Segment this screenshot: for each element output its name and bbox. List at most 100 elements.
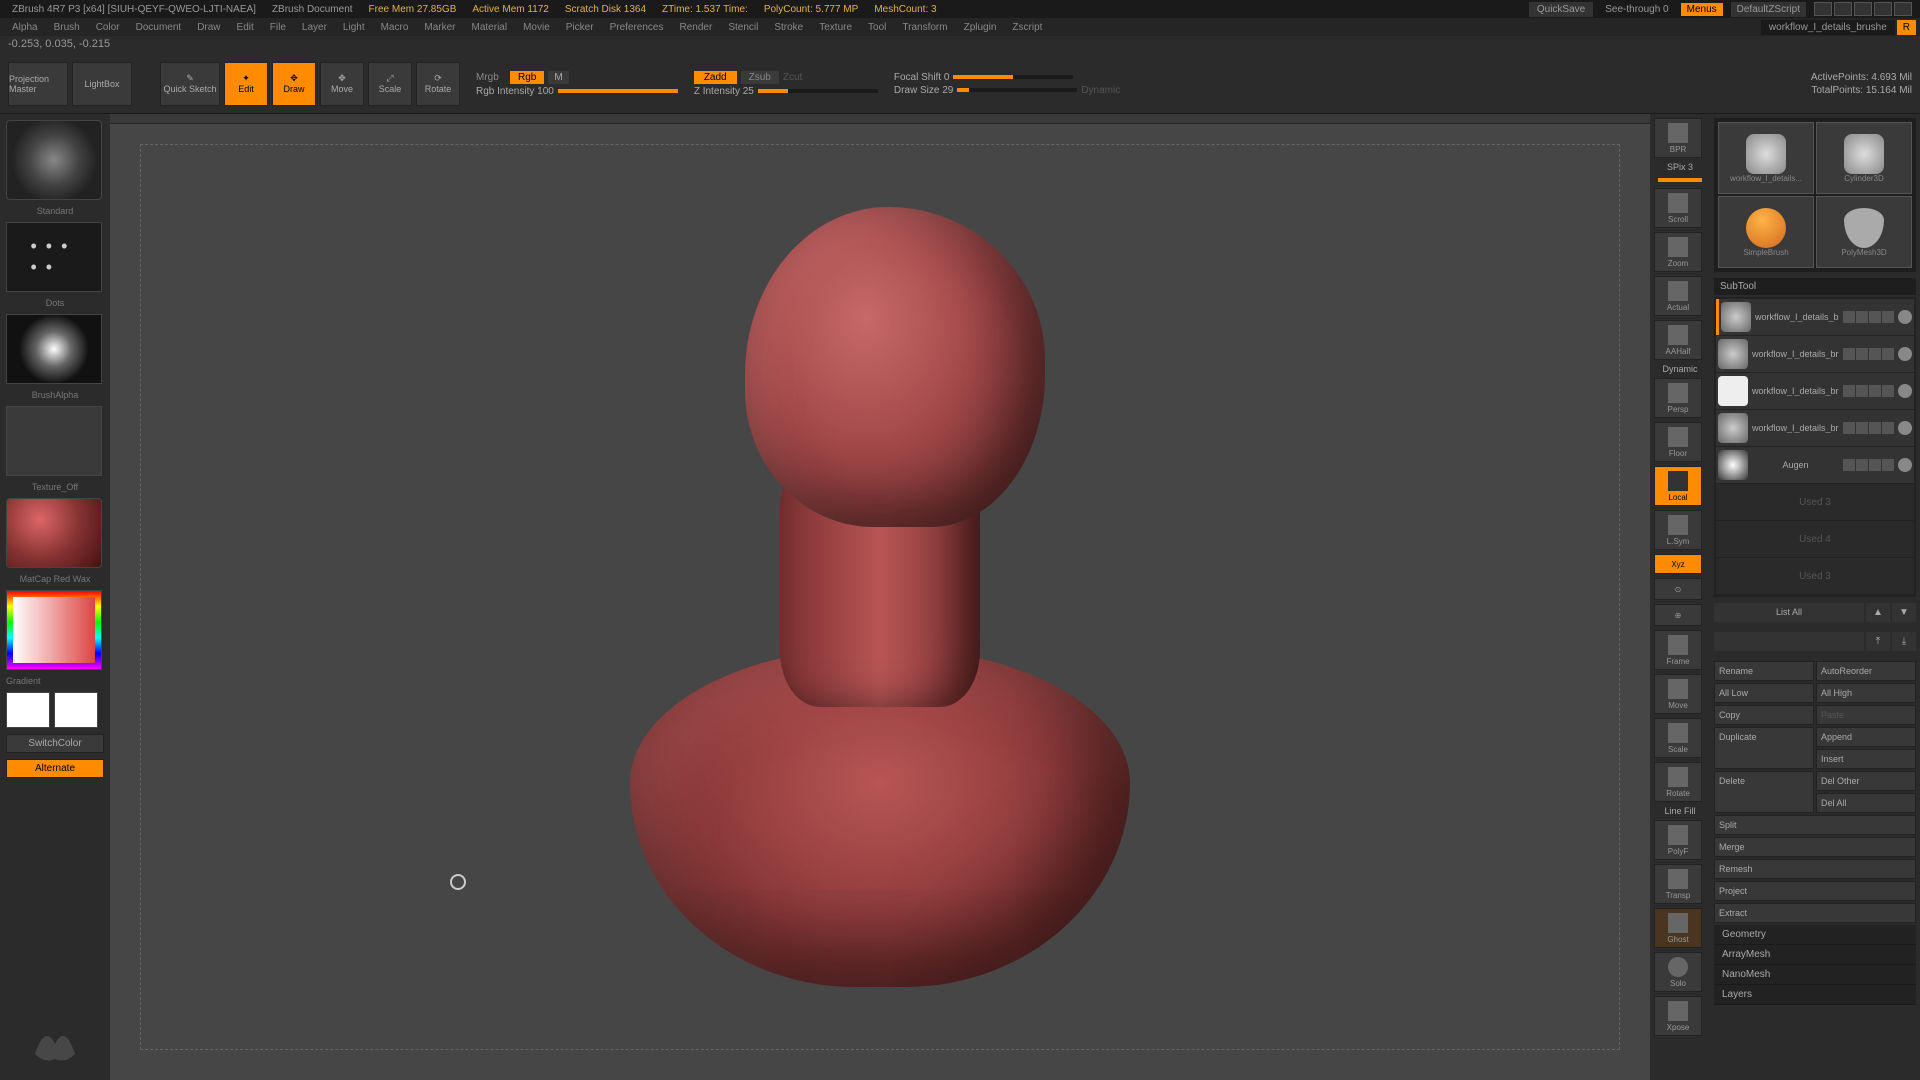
stroke-selector[interactable] <box>6 222 102 292</box>
zadd-button[interactable]: Zadd <box>694 71 737 84</box>
menu-marker[interactable]: Marker <box>416 20 463 35</box>
quick-sketch-button[interactable]: ✎Quick Sketch <box>160 62 220 106</box>
section-nanomesh[interactable]: NanoMesh <box>1714 965 1916 985</box>
menu-movie[interactable]: Movie <box>515 20 558 35</box>
quicksave-button[interactable]: QuickSave <box>1529 2 1593 17</box>
main-color-swatch[interactable] <box>6 692 50 728</box>
menu-layer[interactable]: Layer <box>294 20 335 35</box>
z-intensity-slider[interactable]: Z Intensity 25 <box>694 86 754 97</box>
copy-button[interactable]: Copy <box>1714 705 1814 725</box>
menu-file[interactable]: File <box>262 20 294 35</box>
subtool-row-2[interactable]: workflow_I_details_brushes2 <box>1716 373 1914 409</box>
list-all-button[interactable]: List All <box>1714 603 1864 622</box>
project-button[interactable]: Project <box>1714 881 1916 901</box>
rotate-mode-button[interactable]: ⟳Rotate <box>416 62 460 106</box>
del-other-button[interactable]: Del Other <box>1816 771 1916 791</box>
xyz-button[interactable]: Xyz <box>1654 554 1702 574</box>
bpr-button[interactable]: BPR <box>1654 118 1702 158</box>
menu-texture[interactable]: Texture <box>811 20 860 35</box>
rgb-button[interactable]: Rgb <box>510 71 544 84</box>
subtool-row-1[interactable]: workflow_I_details_brushes <box>1716 336 1914 372</box>
menu-light[interactable]: Light <box>335 20 373 35</box>
all-high-button[interactable]: All High <box>1816 683 1916 703</box>
z-intensity-track[interactable] <box>758 89 878 93</box>
menu-picker[interactable]: Picker <box>558 20 602 35</box>
lightbox-button[interactable]: LightBox <box>72 62 132 106</box>
menu-color[interactable]: Color <box>88 20 128 35</box>
menu-stroke[interactable]: Stroke <box>766 20 811 35</box>
menu-draw[interactable]: Draw <box>189 20 228 35</box>
visibility-icon[interactable] <box>1898 310 1912 324</box>
menu-transform[interactable]: Transform <box>894 20 955 35</box>
default-script[interactable]: DefaultZScript <box>1731 2 1806 17</box>
tool-thumb-2[interactable]: SimpleBrush <box>1718 196 1814 268</box>
actual-button[interactable]: Actual <box>1654 276 1702 316</box>
color-picker[interactable] <box>6 590 102 670</box>
switch-color-button[interactable]: SwitchColor <box>6 734 104 753</box>
menu-render[interactable]: Render <box>672 20 721 35</box>
scale-mode-button[interactable]: ⤢Scale <box>368 62 412 106</box>
mirror-y-button[interactable]: ⊕ <box>1654 604 1702 626</box>
persp-button[interactable]: Persp <box>1654 378 1702 418</box>
visibility-icon[interactable] <box>1898 347 1912 361</box>
alpha-selector[interactable] <box>6 314 102 384</box>
move-mode-button[interactable]: ✥Move <box>320 62 364 106</box>
subtool-row-3[interactable]: workflow_I_details_brushes <box>1716 410 1914 446</box>
rotate-nav-button[interactable]: Rotate <box>1654 762 1702 802</box>
insert-button[interactable]: Insert <box>1816 749 1916 769</box>
tool-thumb-1[interactable]: Cylinder3D <box>1816 122 1912 194</box>
alternate-button[interactable]: Alternate <box>6 759 104 778</box>
draw-mode-button[interactable]: ✥Draw <box>272 62 316 106</box>
xpose-button[interactable]: Xpose <box>1654 996 1702 1036</box>
visibility-icon[interactable] <box>1898 384 1912 398</box>
focal-shift-slider[interactable]: Focal Shift 0 <box>894 72 950 83</box>
draw-size-track[interactable] <box>957 88 1077 92</box>
move-nav-button[interactable]: Move <box>1654 674 1702 714</box>
append-button[interactable]: Append <box>1816 727 1916 747</box>
paste-button[interactable]: Paste <box>1816 705 1916 725</box>
projection-master-button[interactable]: Projection Master <box>8 62 68 106</box>
spix-slider[interactable] <box>1658 178 1702 182</box>
aahalf-button[interactable]: AAHalf <box>1654 320 1702 360</box>
visibility-icon[interactable] <box>1898 421 1912 435</box>
ghost-button[interactable]: Ghost <box>1654 908 1702 948</box>
extract-button[interactable]: Extract <box>1714 903 1916 923</box>
seethrough-slider[interactable]: See-through 0 <box>1601 4 1672 15</box>
menu-preferences[interactable]: Preferences <box>602 20 672 35</box>
delete-button[interactable]: Delete <box>1714 771 1814 813</box>
m-button[interactable]: M <box>548 71 568 84</box>
menu-edit[interactable]: Edit <box>229 20 262 35</box>
subtool-row-4[interactable]: Augen <box>1716 447 1914 483</box>
mrgb-button[interactable]: Mrgb <box>476 72 506 83</box>
polyf-button[interactable]: PolyF <box>1654 820 1702 860</box>
zcut-button[interactable]: Zcut <box>783 72 813 83</box>
brush-selector[interactable] <box>6 120 102 200</box>
menu-zplugin[interactable]: Zplugin <box>956 20 1005 35</box>
floor-button[interactable]: Floor <box>1654 422 1702 462</box>
rename-button[interactable]: Rename <box>1714 661 1814 681</box>
rgb-intensity-slider[interactable]: Rgb Intensity 100 <box>476 86 554 97</box>
viewport[interactable] <box>110 114 1650 1080</box>
del-all-button[interactable]: Del All <box>1816 793 1916 813</box>
frame-button[interactable]: Frame <box>1654 630 1702 670</box>
move-top-icon[interactable]: ⤒ <box>1866 632 1890 651</box>
material-selector[interactable] <box>6 498 102 568</box>
subtool-header[interactable]: SubTool <box>1714 278 1916 295</box>
menu-material[interactable]: Material <box>464 20 516 35</box>
split-button[interactable]: Split <box>1714 815 1916 835</box>
menu-brush[interactable]: Brush <box>46 20 88 35</box>
menu-document[interactable]: Document <box>128 20 190 35</box>
duplicate-button[interactable]: Duplicate <box>1714 727 1814 769</box>
subtool-row-0[interactable]: workflow_I_details_brushes <box>1716 299 1914 335</box>
texture-selector[interactable] <box>6 406 102 476</box>
secondary-color-swatch[interactable] <box>54 692 98 728</box>
visibility-icon[interactable] <box>1898 458 1912 472</box>
remesh-button[interactable]: Remesh <box>1714 859 1916 879</box>
spix-label[interactable]: SPix 3 <box>1654 162 1706 172</box>
section-layers[interactable]: Layers <box>1714 985 1916 1005</box>
menu-tool[interactable]: Tool <box>860 20 894 35</box>
close-icon[interactable] <box>1894 2 1912 16</box>
move-up-icon[interactable]: ▲ <box>1866 603 1890 622</box>
focal-track[interactable] <box>953 75 1073 79</box>
scroll-button[interactable]: Scroll <box>1654 188 1702 228</box>
